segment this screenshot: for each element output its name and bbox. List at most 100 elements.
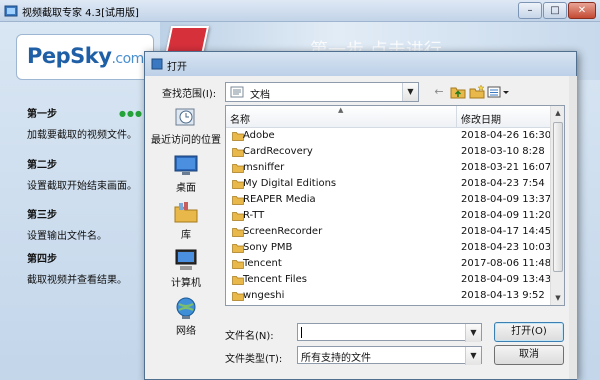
file-name: msniffer <box>243 162 285 173</box>
open-file-dialog: 打开 查找范围(I): 文档 ▼ ← 最近访问的位置 桌面 库 计算机 网络 名… <box>144 51 577 380</box>
file-row[interactable]: wngeshi 2018-04-13 9:52 <box>226 288 551 304</box>
file-name: Tencent Files <box>243 274 307 285</box>
step-title: 第三步 <box>27 210 57 221</box>
file-type-select[interactable]: 所有支持的文件 ▼ <box>297 346 482 365</box>
file-name: CardRecovery <box>243 146 313 157</box>
dialog-app-icon <box>151 58 163 70</box>
column-header-name[interactable]: 名称 <box>230 111 250 126</box>
file-row[interactable]: R-TT 2018-04-09 11:20 <box>226 208 551 224</box>
column-header-date[interactable]: 修改日期 <box>461 111 501 126</box>
file-date: 2018-03-10 8:28 <box>461 146 545 157</box>
file-date: 2018-04-23 7:54 <box>461 178 545 189</box>
logo-suffix: .com <box>111 51 144 67</box>
scroll-down-icon[interactable]: ▼ <box>552 291 564 305</box>
chevron-down-icon[interactable]: ▼ <box>402 83 418 101</box>
step-title: 第二步 <box>27 160 57 171</box>
documents-folder-icon <box>230 86 244 98</box>
file-date: 2018-04-13 9:52 <box>461 290 545 301</box>
file-row[interactable]: 美图看看2018-04-02 10:02 <box>226 304 551 305</box>
step-2: 第二步 设置截取开始结束画面。 <box>27 156 137 192</box>
place-network[interactable]: 网络 <box>151 295 221 337</box>
app-titlebar: 视频截取专家 4.3[试用版] – □ ✕ <box>0 0 600 22</box>
scroll-up-icon[interactable]: ▲ <box>552 106 564 120</box>
sort-arrow-icon: ▲ <box>338 106 344 114</box>
file-name: Tencent <box>243 258 282 269</box>
logo-brand: PepSky <box>27 44 112 68</box>
step-4: 第四步 截取视频并查看结果。 <box>27 250 127 286</box>
dialog-title: 打开 <box>167 62 187 73</box>
maximize-button[interactable]: □ <box>543 2 567 19</box>
minimize-button[interactable]: – <box>518 2 542 19</box>
app-title: 视频截取专家 4.3[试用版] <box>22 8 139 19</box>
network-icon <box>176 297 196 319</box>
file-row[interactable]: Tencent Files 2018-04-09 13:43 <box>226 272 551 288</box>
dialog-titlebar[interactable]: 打开 <box>145 52 576 76</box>
file-name: My Digital Editions <box>243 178 337 189</box>
column-divider[interactable] <box>456 106 457 128</box>
place-label: 网络 <box>176 326 196 337</box>
scrollbar-thumb[interactable] <box>553 122 563 272</box>
file-row[interactable]: Tencent 2017-08-06 11:48 <box>226 256 551 272</box>
step-desc: 设置截取开始结束画面。 <box>27 181 137 192</box>
file-name: Adobe <box>243 130 275 141</box>
file-date: 2017-08-06 11:48 <box>461 258 552 269</box>
step-desc: 设置输出文件名。 <box>27 231 107 242</box>
logo: PepSky.com <box>16 34 154 80</box>
place-computer[interactable]: 计算机 <box>151 247 221 289</box>
file-name: REAPER Media <box>243 194 316 205</box>
place-label: 库 <box>181 230 191 241</box>
file-row[interactable]: ScreenRecorder 2018-04-17 14:45 <box>226 224 551 240</box>
step-desc: 加载要截取的视频文件。 <box>27 130 137 141</box>
chevron-down-icon[interactable]: ▼ <box>465 324 481 342</box>
file-date: 2018-04-09 13:37 <box>461 194 552 205</box>
step-title: 第四步 <box>27 254 57 265</box>
look-in-combobox[interactable]: 文档 ▼ <box>225 82 419 102</box>
file-type-value: 所有支持的文件 <box>301 353 371 364</box>
file-date: 2018-04-17 14:45 <box>461 226 552 237</box>
file-list[interactable]: 名称 ▲ 修改日期 Adobe 2018-04-26 16:30 CardRecov… <box>225 105 565 306</box>
file-name: R-TT <box>243 210 265 221</box>
file-row[interactable]: My Digital Editions 2018-04-23 7:54 <box>226 176 551 192</box>
computer-icon <box>175 249 197 270</box>
step-progress-dots: ●●● <box>119 109 143 118</box>
file-date: 2018-04-26 16:30 <box>461 130 552 141</box>
place-label: 最近访问的位置 <box>151 135 221 146</box>
desktop-icon <box>174 155 198 175</box>
new-folder-icon[interactable] <box>469 84 485 100</box>
file-name: wngeshi <box>243 290 285 301</box>
file-row[interactable]: Sony PMB 2018-04-23 10:03 <box>226 240 551 256</box>
file-date: 2018-04-09 13:43 <box>461 274 552 285</box>
file-name-label: 文件名(N): <box>225 331 274 342</box>
look-in-label: 查找范围(I): <box>162 89 217 100</box>
chevron-down-icon[interactable]: ▼ <box>465 347 481 365</box>
recent-places-icon <box>175 108 195 126</box>
text-caret <box>301 327 302 338</box>
cancel-button[interactable]: 取消 <box>494 345 564 365</box>
app-icon <box>4 5 18 17</box>
look-in-value: 文档 <box>250 90 270 101</box>
place-libraries[interactable]: 库 <box>151 199 221 241</box>
place-label: 桌面 <box>176 183 196 194</box>
up-folder-icon[interactable] <box>450 84 466 100</box>
file-date: 2018-03-21 16:07 <box>461 162 552 173</box>
file-list-scrollbar[interactable]: ▲ ▼ <box>550 106 564 305</box>
view-menu-icon[interactable] <box>486 84 510 100</box>
open-button[interactable]: 打开(O) <box>494 322 564 342</box>
libraries-icon <box>174 202 198 223</box>
file-name: ScreenRecorder <box>243 226 323 237</box>
file-name: Sony PMB <box>243 242 293 253</box>
step-3: 第三步 设置输出文件名。 <box>27 206 107 242</box>
file-row[interactable]: Adobe 2018-04-26 16:30 <box>226 128 551 144</box>
file-type-label: 文件类型(T): <box>225 354 283 365</box>
file-date: 2018-04-09 11:20 <box>461 210 552 221</box>
place-label: 计算机 <box>171 278 201 289</box>
place-desktop[interactable]: 桌面 <box>151 152 221 194</box>
file-row[interactable]: CardRecovery 2018-03-10 8:28 <box>226 144 551 160</box>
place-recent[interactable]: 最近访问的位置 <box>151 104 221 146</box>
file-row[interactable]: REAPER Media 2018-04-09 13:37 <box>226 192 551 208</box>
back-arrow-icon[interactable]: ← <box>431 84 447 100</box>
file-row[interactable]: msniffer 2018-03-21 16:07 <box>226 160 551 176</box>
file-name-input[interactable]: ▼ <box>297 323 482 342</box>
close-button[interactable]: ✕ <box>568 2 596 19</box>
step-desc: 截取视频并查看结果。 <box>27 275 127 286</box>
